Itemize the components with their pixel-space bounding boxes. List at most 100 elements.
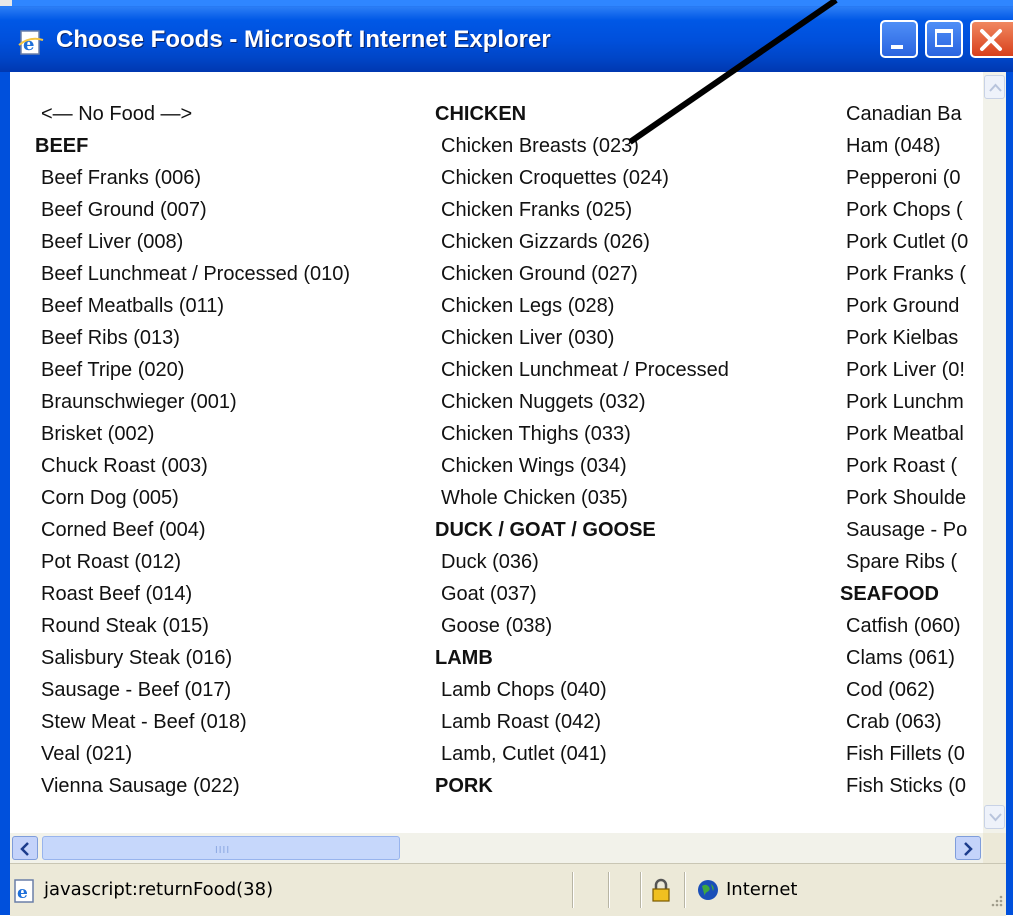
horizontal-scroll-thumb[interactable]: IIII — [42, 836, 400, 860]
food-item-chicken-croquettes-024[interactable]: Chicken Croquettes (024) — [435, 162, 825, 194]
globe-icon — [698, 880, 718, 900]
food-item-lamb-chops-040[interactable]: Lamb Chops (040) — [435, 674, 825, 706]
title-bar[interactable]: e Choose Foods - Microsoft Internet Expl… — [0, 0, 1013, 72]
food-item-beef-franks-006[interactable]: Beef Franks (006) — [35, 162, 425, 194]
food-item-corn-dog-005[interactable]: Corn Dog (005) — [35, 482, 425, 514]
scroll-left-button[interactable] — [12, 836, 38, 860]
title-bar-top-strip — [0, 0, 1013, 6]
food-item-pork-franks[interactable]: Pork Franks ( — [840, 258, 983, 290]
status-bar: e javascript:returnFood(38) Internet — [10, 863, 1006, 916]
food-item-beef-liver-008[interactable]: Beef Liver (008) — [35, 226, 425, 258]
food-item-chicken-thighs-033[interactable]: Chicken Thighs (033) — [435, 418, 825, 450]
horizontal-scrollbar[interactable]: IIII — [10, 833, 983, 863]
scroll-down-button[interactable] — [984, 805, 1005, 829]
ie-page-icon[interactable]: e — [16, 28, 46, 58]
maximize-icon — [935, 29, 953, 47]
food-item-chicken-breasts-023[interactable]: Chicken Breasts (023) — [435, 130, 825, 162]
food-item-brisket-002[interactable]: Brisket (002) — [35, 418, 425, 450]
status-divider — [684, 872, 685, 908]
food-item-roast-beef-014[interactable]: Roast Beef (014) — [35, 578, 425, 610]
food-item-vienna-sausage-022[interactable]: Vienna Sausage (022) — [35, 770, 425, 802]
food-item-cod-062[interactable]: Cod (062) — [840, 674, 983, 706]
minimize-icon — [891, 45, 903, 49]
food-item-goat-037[interactable]: Goat (037) — [435, 578, 825, 610]
food-item-beef-tripe-020[interactable]: Beef Tripe (020) — [35, 354, 425, 386]
food-item-salisbury-steak-016[interactable]: Salisbury Steak (016) — [35, 642, 425, 674]
food-column-3: Canadian Ba Ham (048) Pepperoni (0 Pork Cho… — [840, 98, 983, 802]
food-item-clams-061[interactable]: Clams (061) — [840, 642, 983, 674]
food-item-beef-lunchmeat-processed-010[interactable]: Beef Lunchmeat / Processed (010) — [35, 258, 425, 290]
food-item-pork-shoulde[interactable]: Pork Shoulde — [840, 482, 983, 514]
security-zone-text: Internet — [726, 879, 798, 900]
category-header-beef: BEEF — [35, 135, 89, 157]
food-item-pot-roast-012[interactable]: Pot Roast (012) — [35, 546, 425, 578]
resize-grip-icon[interactable] — [988, 892, 1004, 908]
category-header-lamb: LAMB — [435, 647, 493, 669]
close-icon — [980, 29, 1002, 51]
food-item-pork-chops[interactable]: Pork Chops ( — [840, 194, 983, 226]
food-item-chuck-roast-003[interactable]: Chuck Roast (003) — [35, 450, 425, 482]
food-item-pepperoni-0[interactable]: Pepperoni (0 — [840, 162, 983, 194]
food-item-pork-lunchm[interactable]: Pork Lunchm — [840, 386, 983, 418]
food-item-canadian-ba[interactable]: Canadian Ba — [840, 98, 983, 130]
food-item-chicken-legs-028[interactable]: Chicken Legs (028) — [435, 290, 825, 322]
svg-text:e: e — [23, 34, 34, 55]
chevron-right-icon — [964, 842, 973, 856]
category-header-pork: PORK — [435, 775, 493, 797]
food-item-chicken-nuggets-032[interactable]: Chicken Nuggets (032) — [435, 386, 825, 418]
scrollbar-corner — [983, 833, 1006, 863]
food-item-beef-meatballs-011[interactable]: Beef Meatballs (011) — [35, 290, 425, 322]
scroll-right-button[interactable] — [955, 836, 981, 860]
svg-text:e: e — [17, 883, 28, 903]
minimize-button[interactable] — [880, 20, 918, 58]
food-item-sausage-beef-017[interactable]: Sausage - Beef (017) — [35, 674, 425, 706]
vertical-scrollbar[interactable] — [983, 72, 1006, 833]
food-item-round-steak-015[interactable]: Round Steak (015) — [35, 610, 425, 642]
status-text: javascript:returnFood(38) — [44, 879, 274, 900]
food-item-pork-roast[interactable]: Pork Roast ( — [840, 450, 983, 482]
food-item-beef-ribs-013[interactable]: Beef Ribs (013) — [35, 322, 425, 354]
food-item-chicken-lunchmeat-processed[interactable]: Chicken Lunchmeat / Processed — [435, 354, 825, 386]
food-item-ham-048[interactable]: Ham (048) — [840, 130, 983, 162]
food-item-lamb-cutlet-041[interactable]: Lamb, Cutlet (041) — [435, 738, 825, 770]
food-item-corned-beef-004[interactable]: Corned Beef (004) — [35, 514, 425, 546]
window-title: Choose Foods - Microsoft Internet Explor… — [56, 26, 551, 53]
lock-icon[interactable] — [650, 878, 672, 902]
chevron-down-icon — [989, 813, 1002, 822]
category-header-chicken: CHICKEN — [435, 103, 527, 125]
maximize-button[interactable] — [925, 20, 963, 58]
food-item-chicken-ground-027[interactable]: Chicken Ground (027) — [435, 258, 825, 290]
food-item-pork-ground[interactable]: Pork Ground — [840, 290, 983, 322]
scroll-up-button[interactable] — [984, 75, 1005, 99]
scroll-thumb-grip: IIII — [215, 845, 231, 856]
food-item-spare-ribs[interactable]: Spare Ribs ( — [840, 546, 983, 578]
close-button[interactable] — [970, 20, 1013, 58]
status-divider — [572, 872, 573, 908]
food-item-fish-sticks-0[interactable]: Fish Sticks (0 — [840, 770, 983, 802]
food-item-crab-063[interactable]: Crab (063) — [840, 706, 983, 738]
food-item-whole-chicken-035[interactable]: Whole Chicken (035) — [435, 482, 825, 514]
food-item-duck-036[interactable]: Duck (036) — [435, 546, 825, 578]
food-item-goose-038[interactable]: Goose (038) — [435, 610, 825, 642]
food-item-pork-cutlet-0[interactable]: Pork Cutlet (0 — [840, 226, 983, 258]
food-item-no-food[interactable]: <— No Food —> — [35, 98, 425, 130]
food-item-sausage-po[interactable]: Sausage - Po — [840, 514, 983, 546]
food-list-area: <— No Food —> BEEF Beef Franks (006) Beef G… — [10, 72, 983, 833]
window-frame-right — [1006, 72, 1013, 915]
food-item-catfish-060[interactable]: Catfish (060) — [840, 610, 983, 642]
food-item-stew-meat-beef-018[interactable]: Stew Meat - Beef (018) — [35, 706, 425, 738]
food-item-pork-liver-0[interactable]: Pork Liver (0! — [840, 354, 983, 386]
food-item-fish-fillets-0[interactable]: Fish Fillets (0 — [840, 738, 983, 770]
food-item-veal-021[interactable]: Veal (021) — [35, 738, 425, 770]
ie-page-icon: e — [14, 879, 34, 903]
chevron-up-icon — [989, 83, 1002, 92]
food-item-pork-meatbal[interactable]: Pork Meatbal — [840, 418, 983, 450]
food-item-chicken-liver-030[interactable]: Chicken Liver (030) — [435, 322, 825, 354]
food-item-chicken-franks-025[interactable]: Chicken Franks (025) — [435, 194, 825, 226]
food-item-beef-ground-007[interactable]: Beef Ground (007) — [35, 194, 425, 226]
food-item-chicken-wings-034[interactable]: Chicken Wings (034) — [435, 450, 825, 482]
food-item-pork-kielbas[interactable]: Pork Kielbas — [840, 322, 983, 354]
food-item-lamb-roast-042[interactable]: Lamb Roast (042) — [435, 706, 825, 738]
food-item-chicken-gizzards-026[interactable]: Chicken Gizzards (026) — [435, 226, 825, 258]
food-item-braunschwieger-001[interactable]: Braunschwieger (001) — [35, 386, 425, 418]
